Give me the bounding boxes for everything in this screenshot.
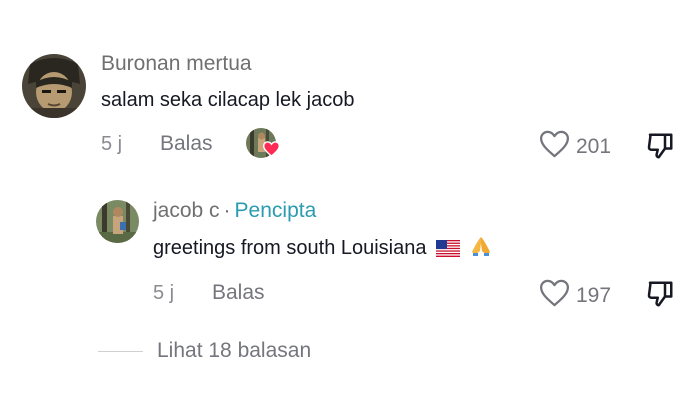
reply-text-row: greetings from south Louisiana [153,235,492,263]
reply-username[interactable]: jacob c [153,199,220,222]
reply-reply-button[interactable]: Balas [212,281,265,305]
heart-icon [262,141,281,162]
like-count: 201 [576,134,612,158]
separator: · [223,199,231,222]
reply-time: 5 j [153,282,175,304]
reply-username-row: jacob c · Pencipta [153,199,316,223]
reply-like-count: 197 [576,283,612,307]
reply-dislike-button[interactable] [645,279,675,314]
creator-liked-badge [246,128,281,162]
comment-time: 5 j [101,133,123,155]
reply-button[interactable]: Balas [160,132,213,156]
folded-hands-emoji [470,235,492,263]
comment-thread: Buronan mertua salam seka cilacap lek ja… [0,0,700,405]
like-button[interactable]: 201 [539,130,611,163]
divider-line [98,350,143,352]
thumbs-down-icon [645,133,675,165]
reply-like-button[interactable]: 197 [539,279,611,312]
view-replies-button[interactable]: Lihat 18 balasan [98,339,311,363]
reply-text: greetings from south Louisiana [153,237,427,259]
avatar[interactable] [22,54,86,118]
creator-badge: Pencipta [234,199,317,222]
us-flag-emoji [436,240,461,263]
thumbs-down-icon [645,281,675,313]
comment-text: salam seka cilacap lek jacob [101,89,355,111]
dislike-button[interactable] [645,131,675,166]
heart-outline-icon [539,130,570,163]
heart-outline-icon [539,279,570,312]
view-replies-label: Lihat 18 balasan [157,339,312,362]
reply-avatar[interactable] [96,200,139,243]
comment-username[interactable]: Buronan mertua [101,52,252,76]
